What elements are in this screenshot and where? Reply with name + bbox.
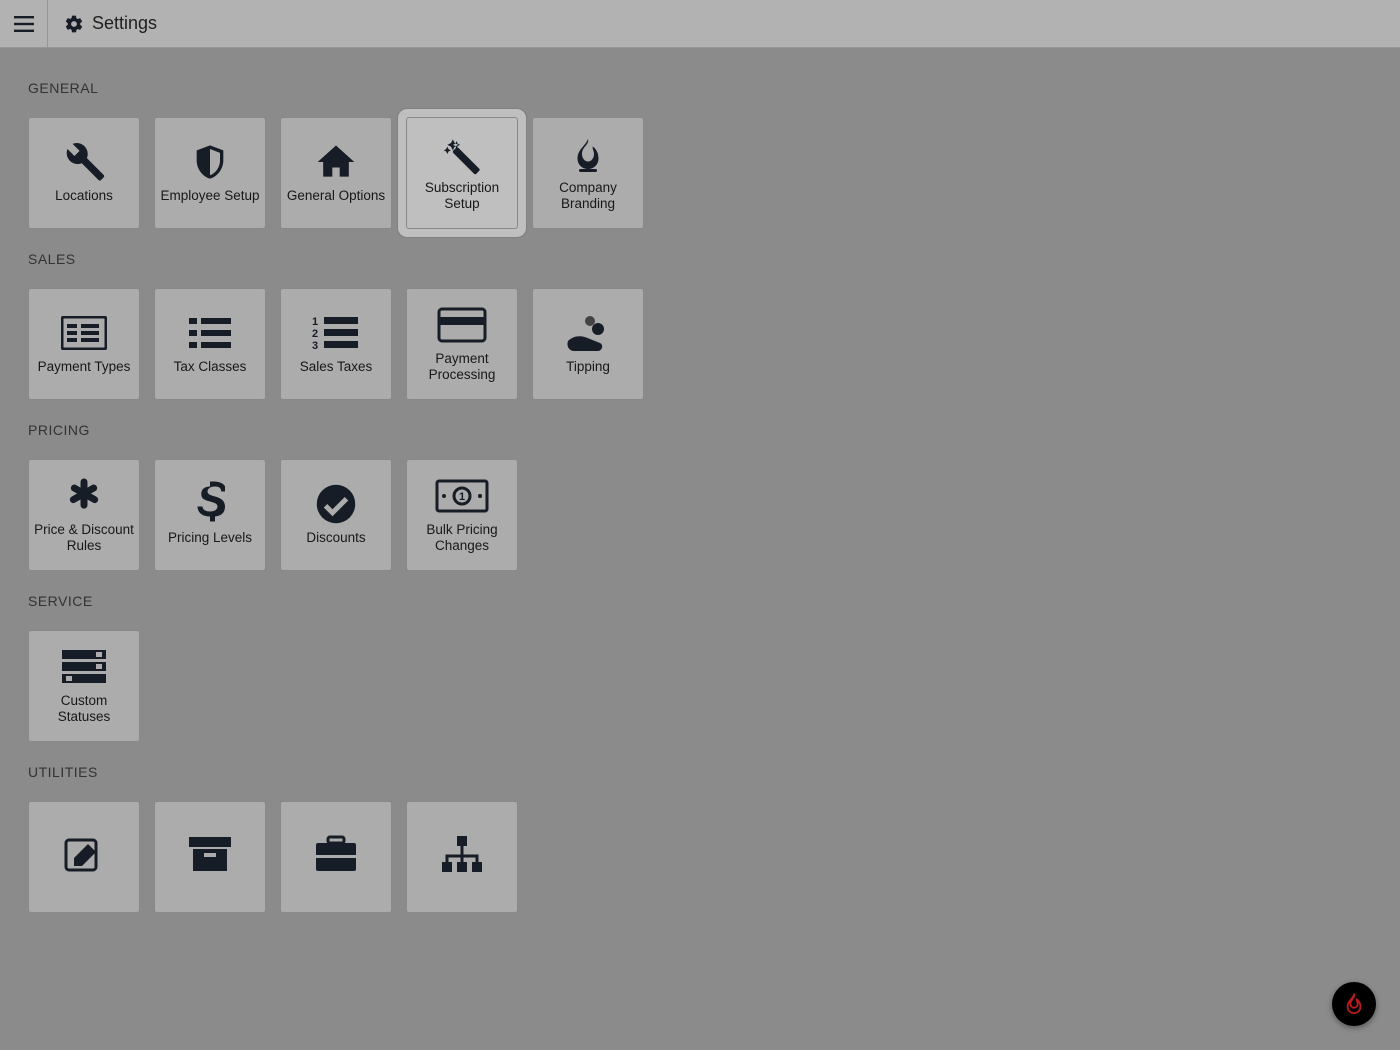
settings-content: GENERAL Locations Employee Setup General… [0,48,1400,937]
tile-bulk-pricing[interactable]: 1 Bulk Pricing Changes [406,459,518,571]
edit-note-icon [56,834,112,874]
magic-wand-icon [434,134,490,174]
numbered-list-icon: 123 [308,313,364,353]
section-header-utilities: UTILITIES [28,764,1372,787]
hamburger-icon [14,16,34,32]
section-header-pricing: PRICING [28,422,1372,445]
tile-label: Bulk Pricing Changes [411,522,513,553]
flame-icon [1343,993,1365,1015]
section-header-service: SERVICE [28,593,1372,616]
home-icon [308,142,364,182]
tile-label: Payment Processing [411,351,513,382]
briefcase-icon [308,834,364,874]
svg-text:1: 1 [312,316,318,328]
cash-icon: 1 [434,476,490,516]
tile-subscription-setup[interactable]: Subscription Setup [406,117,518,229]
tile-tax-classes[interactable]: Tax Classes [154,288,266,400]
tile-pricing-levels[interactable]: Pricing Levels [154,459,266,571]
wrench-icon [56,142,112,182]
tile-label: Price & Discount Rules [33,522,135,553]
tile-general-options[interactable]: General Options [280,117,392,229]
tile-label: Locations [55,188,113,204]
check-circle-icon [308,484,364,524]
service-tiles: Custom Statuses [28,630,1372,742]
tile-utility-4[interactable] [406,801,518,913]
section-header-sales: SALES [28,251,1372,274]
tile-company-branding[interactable]: Company Branding [532,117,644,229]
tile-label: Employee Setup [160,188,259,204]
form-icon [56,313,112,353]
top-bar: Settings [0,0,1400,48]
tile-locations[interactable]: Locations [28,117,140,229]
gear-icon [64,14,84,34]
pricing-tiles: Price & Discount Rules Pricing Levels Di… [28,459,1372,571]
page-title: Settings [92,13,157,34]
help-fab[interactable] [1332,982,1376,1026]
dollar-icon [182,484,238,524]
tile-tipping[interactable]: Tipping [532,288,644,400]
flame-icon [560,134,616,174]
menu-button[interactable] [0,0,48,48]
tile-label: Tax Classes [174,359,247,375]
tile-custom-statuses[interactable]: Custom Statuses [28,630,140,742]
tile-label: Sales Taxes [300,359,373,375]
credit-card-icon [434,305,490,345]
tile-discounts[interactable]: Discounts [280,459,392,571]
tile-utility-1[interactable] [28,801,140,913]
tile-label: Subscription Setup [411,180,513,211]
section-header-general: GENERAL [28,80,1372,103]
tile-payment-processing[interactable]: Payment Processing [406,288,518,400]
tile-label: Custom Statuses [33,693,135,724]
list-icon [182,313,238,353]
tipping-icon [560,313,616,353]
tile-payment-types[interactable]: Payment Types [28,288,140,400]
archive-icon [182,834,238,874]
tile-utility-2[interactable] [154,801,266,913]
asterisk-icon [56,476,112,516]
svg-text:1: 1 [459,491,465,503]
shield-icon [182,142,238,182]
tile-label: Payment Types [38,359,131,375]
svg-text:3: 3 [312,340,318,351]
tile-label: Company Branding [537,180,639,211]
tile-utility-3[interactable] [280,801,392,913]
utilities-tiles [28,801,1372,913]
tile-label: Tipping [566,359,610,375]
tile-employee-setup[interactable]: Employee Setup [154,117,266,229]
sales-tiles: Payment Types Tax Classes 123 Sales Taxe… [28,288,1372,400]
svg-text:2: 2 [312,328,318,340]
tile-label: Discounts [306,530,365,546]
title-container: Settings [48,13,157,34]
tile-label: Pricing Levels [168,530,252,546]
tile-price-discount-rules[interactable]: Price & Discount Rules [28,459,140,571]
tile-label: General Options [287,188,385,204]
general-tiles: Locations Employee Setup General Options… [28,117,1372,229]
server-icon [56,647,112,687]
tile-sales-taxes[interactable]: 123 Sales Taxes [280,288,392,400]
sitemap-icon [434,834,490,874]
